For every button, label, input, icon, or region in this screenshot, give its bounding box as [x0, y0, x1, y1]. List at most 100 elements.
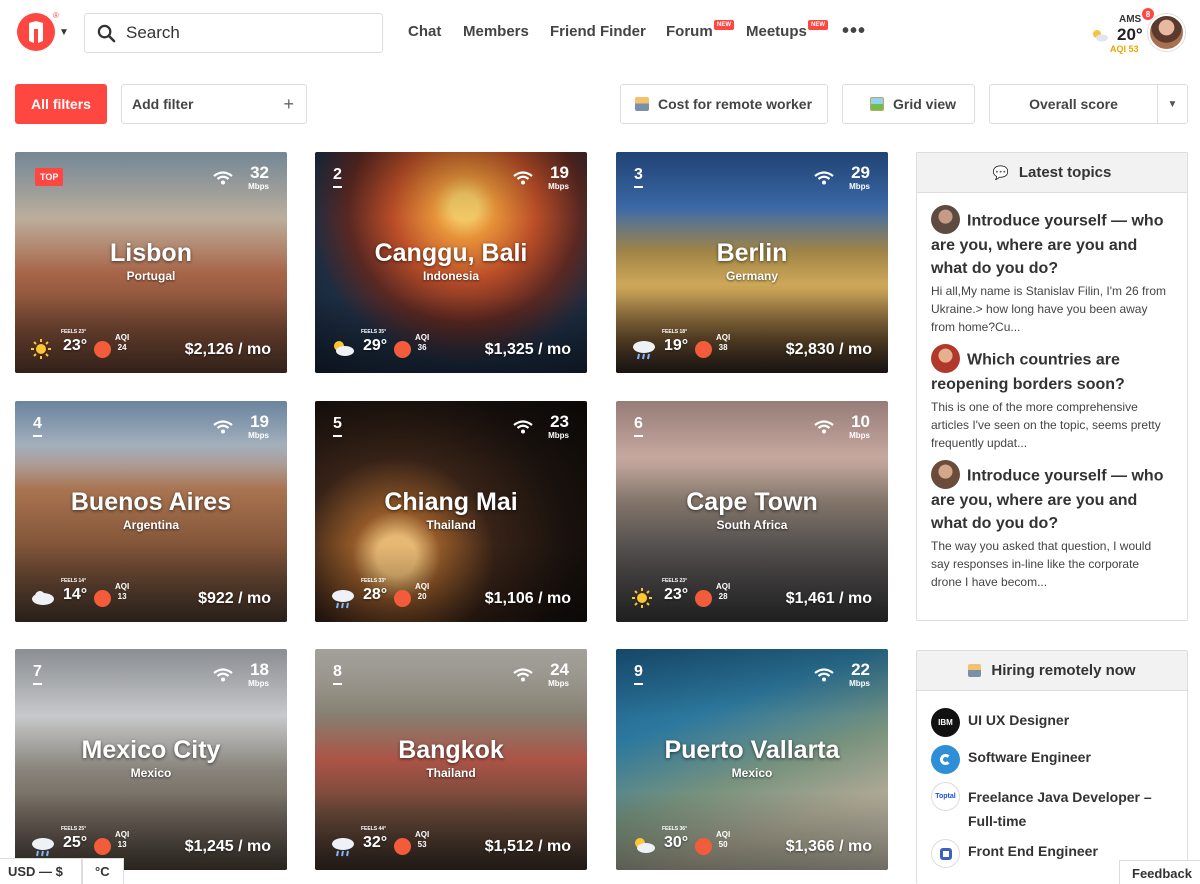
city-name[interactable]: Bangkok — [315, 736, 587, 765]
city-country: Mexico — [130, 766, 172, 780]
city-aqi: AQI 36 — [415, 333, 429, 353]
nav-members[interactable]: Members — [463, 23, 529, 40]
ibm-logo-icon: IBM — [931, 708, 960, 737]
aqi-value: 13 — [117, 840, 127, 849]
nav-forum[interactable]: Forum — [666, 23, 713, 40]
city-card[interactable]: 8 24 Mbps Bangkok Thailand FEELS 44° 32° AQI 53 $… — [315, 649, 587, 870]
topic-item[interactable]: Which countries are reopening borders so… — [917, 344, 1187, 452]
job-title[interactable]: Front End Engineer — [968, 839, 1098, 863]
aqi-value: 50 — [718, 840, 728, 849]
hiring-title: Hiring remotely now — [991, 662, 1136, 679]
wifi-icon — [213, 171, 233, 185]
search-input[interactable] — [126, 23, 366, 43]
city-country: Argentina — [122, 518, 179, 532]
search-box[interactable] — [84, 13, 383, 53]
remote-worker-icon — [635, 97, 649, 111]
units-selector[interactable]: °C — [82, 858, 124, 884]
aqi-label: AQI — [716, 333, 731, 342]
city-temperature: 23° — [63, 337, 88, 354]
city-country: Thailand — [426, 518, 476, 532]
topic-title[interactable]: Introduce yourself — who are you, where … — [931, 213, 1163, 277]
sort-select[interactable]: Overall score ▼ — [989, 84, 1188, 124]
job-title[interactable]: Software Engineer — [968, 745, 1091, 769]
cost-for-remote-worker-button[interactable]: Cost for remote worker — [620, 84, 828, 124]
weather-aqi: AQI 53 — [1110, 44, 1139, 54]
city-name[interactable]: Cape Town — [616, 488, 888, 517]
latest-topics-title: Latest topics — [1018, 164, 1112, 181]
wifi-icon — [513, 171, 533, 185]
rain-icon — [331, 836, 355, 863]
wifi-speed-value: 19 — [550, 163, 569, 182]
latest-topics-header: 💬 Latest topics — [917, 153, 1187, 193]
wifi-speed: 19 Mbps — [213, 413, 269, 440]
wifi-icon — [814, 420, 834, 434]
wifi-speed-unit: Mbps — [548, 182, 569, 191]
city-name[interactable]: Lisbon — [15, 239, 287, 268]
topic-title[interactable]: Introduce yourself — who are you, where … — [931, 468, 1163, 532]
feels-like: FEELS 25° — [61, 826, 87, 832]
all-filters-button[interactable]: All filters — [15, 84, 107, 124]
city-card[interactable]: 5 23 Mbps Chiang Mai Thailand FEELS 33° 28° AQI… — [315, 401, 587, 622]
job-item[interactable]: Software Engineer — [917, 745, 1187, 774]
city-name[interactable]: Buenos Aires — [15, 488, 287, 517]
aqi-face-icon — [695, 838, 712, 855]
currency-selector[interactable]: USD — $ — [0, 858, 82, 884]
city-rank: 7 — [33, 663, 42, 685]
more-menu-icon[interactable]: ••• — [842, 20, 866, 43]
toptal-logo-icon: Toptal — [931, 782, 960, 811]
wifi-icon — [513, 420, 533, 434]
aqi-label: AQI — [115, 582, 130, 591]
add-filter-button[interactable]: Add filter + — [121, 84, 307, 124]
city-card[interactable]: TOP 32 Mbps Lisbon Portugal FEELS 23° 23° AQI 24… — [15, 152, 287, 373]
sun-icon — [31, 339, 51, 364]
notification-badge[interactable]: 8 — [1141, 7, 1155, 21]
city-name[interactable]: Mexico City — [15, 736, 287, 765]
user-avatar[interactable] — [1148, 14, 1185, 51]
nav-meetups[interactable]: Meetups — [746, 23, 807, 40]
nav-friend-finder[interactable]: Friend Finder — [550, 23, 646, 40]
city-name[interactable]: Puerto Vallarta — [616, 736, 888, 765]
job-item[interactable]: Toptal Freelance Java Developer – Full-t… — [917, 782, 1187, 833]
aqi-face-icon — [94, 590, 111, 607]
city-card[interactable]: 4 19 Mbps Buenos Aires Argentina FEELS 14° 14°… — [15, 401, 287, 622]
city-card[interactable]: 2 19 Mbps Canggu, Bali Indonesia FEELS 35° 29°… — [315, 152, 587, 373]
grid-view-button[interactable]: Grid view — [842, 84, 975, 124]
city-card[interactable]: 6 10 Mbps Cape Town South Africa FEELS 23° 23°… — [616, 401, 888, 622]
hiring-header: Hiring remotely now — [917, 651, 1187, 691]
remote-worker-icon — [968, 664, 982, 677]
topic-author-avatar[interactable] — [931, 460, 960, 489]
nav-chat[interactable]: Chat — [408, 23, 441, 40]
city-name[interactable]: Berlin — [616, 239, 888, 268]
city-card[interactable]: 7 18 Mbps Mexico City Mexico FEELS 25° 25° AQI 1… — [15, 649, 287, 870]
city-rank: 2 — [333, 166, 342, 188]
city-temperature: 29° — [363, 337, 388, 354]
city-rank: 6 — [634, 415, 643, 437]
city-card[interactable]: 9 22 Mbps Puerto Vallarta Mexico FEELS 36° 30°… — [616, 649, 888, 870]
aqi-value: 13 — [117, 592, 127, 601]
city-name[interactable]: Chiang Mai — [315, 488, 587, 517]
wifi-speed: 23 Mbps — [513, 413, 569, 440]
city-country: Germany — [725, 269, 779, 283]
city-card[interactable]: 3 29 Mbps Berlin Germany FEELS 18° 19° AQI 38 $2,… — [616, 152, 888, 373]
topic-title[interactable]: Which countries are reopening borders so… — [931, 352, 1125, 393]
speech-bubble-icon: 💬 — [992, 164, 1009, 180]
feedback-button[interactable]: Feedback — [1119, 860, 1200, 884]
chevron-down-icon[interactable]: ▼ — [1157, 85, 1187, 123]
job-title[interactable]: Freelance Java Developer – Full-time — [968, 785, 1173, 833]
job-item[interactable]: IBM UI UX Designer — [917, 708, 1187, 737]
cloud-sun-icon — [632, 836, 656, 859]
job-title[interactable]: UI UX Designer — [968, 708, 1069, 732]
feels-like: FEELS 33° — [361, 578, 387, 584]
topic-item[interactable]: Introduce yourself — who are you, where … — [917, 460, 1187, 591]
nomad-list-logo[interactable] — [17, 13, 55, 51]
wifi-speed-value: 29 — [851, 163, 870, 182]
topic-author-avatar[interactable] — [931, 344, 960, 373]
city-cost: $1,245 / mo — [184, 838, 271, 855]
topic-excerpt: This is one of the more comprehensive ar… — [931, 400, 1161, 450]
topic-author-avatar[interactable] — [931, 205, 960, 234]
chevron-down-icon[interactable]: ▼ — [59, 27, 69, 38]
topic-item[interactable]: Introduce yourself — who are you, where … — [917, 205, 1187, 336]
aqi-value: 38 — [718, 343, 728, 352]
city-name[interactable]: Canggu, Bali — [315, 239, 587, 268]
city-rank: 3 — [634, 166, 643, 188]
